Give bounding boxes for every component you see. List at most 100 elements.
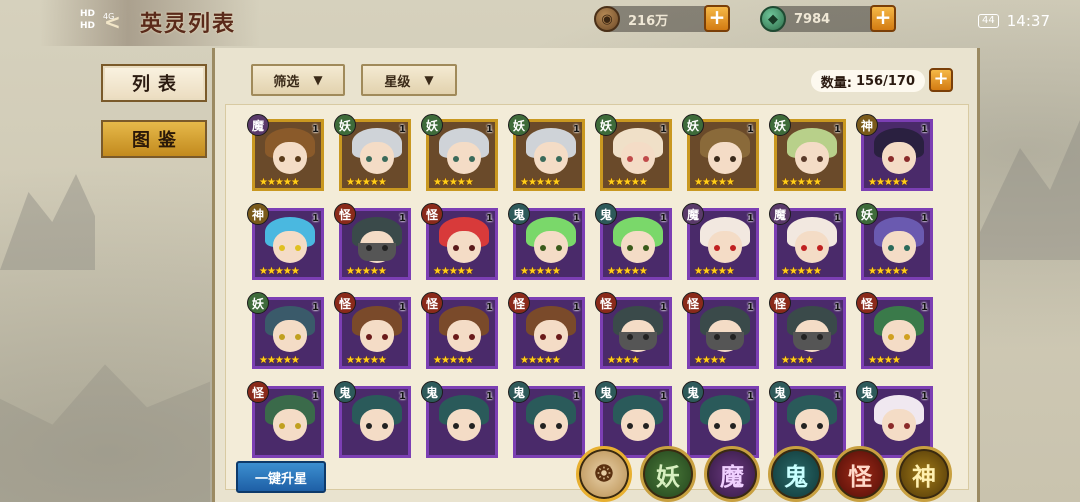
hero-type-badge: 怪 [856,292,878,314]
hero-level: 1 [921,391,928,402]
hero-level: 1 [573,391,580,402]
hero-card[interactable]: 怪 1 ★★★★★ [421,292,498,369]
tab-atlas[interactable]: 图鉴 [101,120,207,158]
hero-card[interactable]: 怪1 [247,381,324,458]
hero-type-badge: 妖 [334,114,356,136]
hero-stars: ★★★★ [694,355,727,366]
hero-level: 1 [312,124,319,135]
hero-card[interactable]: 鬼 1 ★★★★★ [595,203,672,280]
hero-level: 1 [573,124,580,135]
expand-capacity-button[interactable]: + [929,68,953,92]
category-all-button[interactable]: ❂ [576,446,632,502]
hero-type-badge: 鬼 [682,381,704,403]
hero-stars: ★★★★ [868,355,901,366]
hero-card[interactable]: 鬼 1 ★★★★★ [508,203,585,280]
hero-card[interactable]: 怪 1 ★★★★★ [334,292,411,369]
hero-card[interactable]: 妖 1 ★★★★★ [247,292,324,369]
category-mo-button[interactable]: 魔 [704,446,760,502]
star-level-label: 星级 [384,74,411,90]
hero-level: 1 [399,391,406,402]
hero-card[interactable]: 妖 1 ★★★★★ [508,114,585,191]
category-gui-button[interactable]: 鬼 [768,446,824,502]
hero-type-badge: 鬼 [769,381,791,403]
hero-stars: ★★★★★ [781,266,822,277]
hero-card[interactable]: 神 1 ★★★★★ [856,114,933,191]
hero-type-badge: 魔 [247,114,269,136]
hero-type-badge: 怪 [508,292,530,314]
hero-type-badge: 妖 [508,114,530,136]
panel-toolbar: 筛选 ▼ 星级 ▼ 数量: 156/170 + [225,56,973,100]
hero-stars: ★★★★★ [868,177,909,188]
hero-stars: ★★★★★ [607,266,648,277]
hero-card[interactable]: 妖 1 ★★★★★ [595,114,672,191]
hero-stars: ★★★★★ [607,177,648,188]
hero-level: 1 [573,302,580,313]
hero-level: 1 [660,391,667,402]
hero-stars: ★★★★★ [346,177,387,188]
hero-type-badge: 鬼 [421,381,443,403]
hero-type-badge: 鬼 [508,381,530,403]
hd-label: HD [80,9,96,19]
hero-stars: ★★★★★ [520,355,561,366]
hero-card[interactable]: 怪 1 ★★★★★ [421,203,498,280]
hero-type-badge: 鬼 [334,381,356,403]
hero-level: 1 [486,124,493,135]
hero-card[interactable]: 妖 1 ★★★★★ [856,203,933,280]
category-guai-button[interactable]: 怪 [832,446,888,502]
category-shen-button[interactable]: 神 [896,446,952,502]
hero-card[interactable]: 妖 1 ★★★★★ [421,114,498,191]
hero-card[interactable]: 妖 1 ★★★★★ [682,114,759,191]
hero-level: 1 [312,391,319,402]
hero-level: 1 [747,302,754,313]
hero-type-badge: 怪 [769,292,791,314]
hero-type-badge: 妖 [856,203,878,225]
category-yao-button[interactable]: 妖 [640,446,696,502]
hero-stars: ★★★★★ [259,266,300,277]
hero-level: 1 [921,302,928,313]
hero-type-badge: 魔 [682,203,704,225]
hero-type-badge: 怪 [595,292,617,314]
filter-label: 筛选 [273,74,300,90]
count-value: 156/170 [855,73,915,89]
hero-stars: ★★★★★ [694,177,735,188]
hero-level: 1 [747,391,754,402]
hero-type-badge: 怪 [421,292,443,314]
star-level-dropdown[interactable]: 星级 ▼ [361,64,457,96]
hero-level: 1 [834,124,841,135]
one-click-upgrade-button[interactable]: 一键升星 [236,461,326,493]
mountain-decoration [980,120,1080,260]
hero-grid-viewport[interactable]: 魔 1 ★★★★★ 妖 1 ★★★★★ 妖 1 ★★★★★ 妖 1 ★★★★★ 妖 1 ★★★★★ 妖 1 ★★★… [225,104,969,490]
filter-dropdown[interactable]: 筛选 ▼ [251,64,345,96]
hero-card[interactable]: 怪 1 ★★★★ [769,292,846,369]
hero-card[interactable]: 怪 1 ★★★★ [595,292,672,369]
hero-card[interactable]: 妖 1 ★★★★★ [334,114,411,191]
hero-card[interactable]: 怪 1 ★★★★★ [508,292,585,369]
hero-card[interactable]: 鬼1 [334,381,411,458]
hero-card[interactable]: 魔 1 ★★★★★ [769,203,846,280]
hero-type-badge: 鬼 [508,203,530,225]
hero-level: 1 [747,124,754,135]
hero-card[interactable]: 神 1 ★★★★★ [247,203,324,280]
hero-level: 1 [660,124,667,135]
hero-stars: ★★★★★ [433,355,474,366]
hero-card[interactable]: 妖 1 ★★★★★ [769,114,846,191]
hero-card[interactable]: 怪 1 ★★★★ [682,292,759,369]
status-right: 44 14:37 [978,12,1050,30]
hero-card[interactable]: 怪 1 ★★★★ [856,292,933,369]
hero-level: 1 [486,391,493,402]
count-label: 数量: [820,75,852,91]
hero-count: 数量: 156/170 [810,70,925,92]
hero-card[interactable]: 鬼1 [421,381,498,458]
hero-level: 1 [921,124,928,135]
hero-card[interactable]: 鬼1 [508,381,585,458]
hero-card[interactable]: 怪 1 ★★★★★ [334,203,411,280]
hero-type-badge: 妖 [595,114,617,136]
hero-stars: ★★★★★ [694,266,735,277]
hero-level: 1 [486,213,493,224]
hero-type-badge: 妖 [769,114,791,136]
hero-card[interactable]: 魔 1 ★★★★★ [682,203,759,280]
hero-card[interactable]: 魔 1 ★★★★★ [247,114,324,191]
tab-list[interactable]: 列表 [101,64,207,102]
hero-type-badge: 神 [856,114,878,136]
hero-level: 1 [834,302,841,313]
